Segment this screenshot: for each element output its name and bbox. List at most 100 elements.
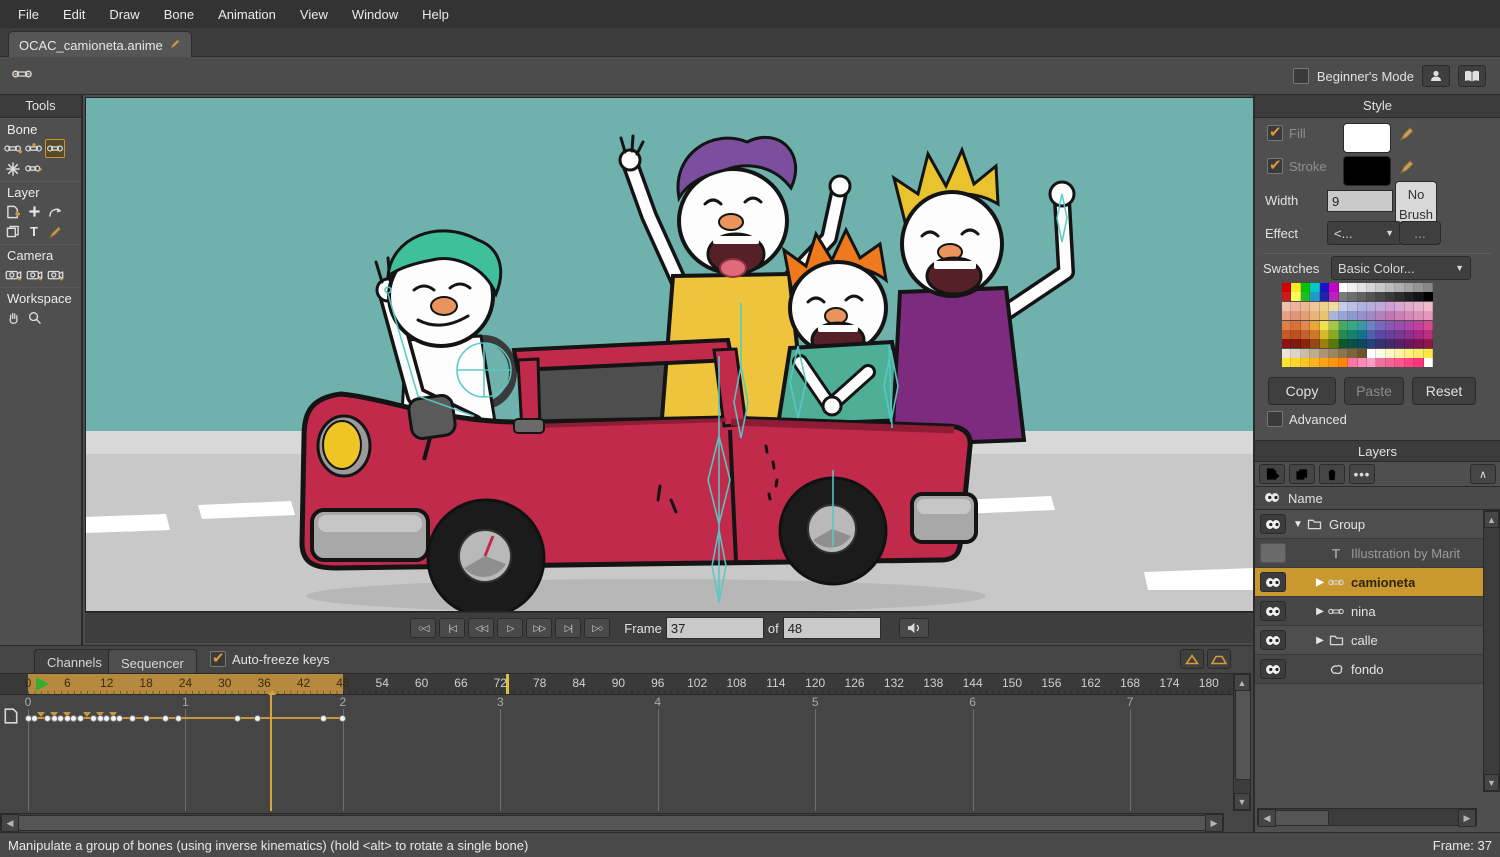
palette-swatch-0-14[interactable] bbox=[1414, 283, 1423, 292]
palette-swatch-1-14[interactable] bbox=[1414, 292, 1423, 301]
curvature-tool[interactable] bbox=[45, 202, 65, 221]
keyframe-dot-35[interactable] bbox=[254, 715, 261, 722]
palette-swatch-8-6[interactable] bbox=[1339, 358, 1348, 367]
palette-swatch-1-5[interactable] bbox=[1329, 292, 1338, 301]
effect-dropdown[interactable]: <...▼ bbox=[1327, 221, 1401, 245]
palette-swatch-4-1[interactable] bbox=[1291, 321, 1300, 330]
palette-swatch-5-7[interactable] bbox=[1348, 330, 1357, 339]
track-camera-tool[interactable] bbox=[3, 265, 23, 284]
transform-layer-tool[interactable] bbox=[3, 222, 23, 241]
palette-swatch-4-4[interactable] bbox=[1320, 321, 1329, 330]
palette-swatch-0-1[interactable] bbox=[1291, 283, 1300, 292]
palette-swatch-7-9[interactable] bbox=[1367, 349, 1376, 358]
palette-swatch-8-13[interactable] bbox=[1405, 358, 1414, 367]
palette-swatch-5-10[interactable] bbox=[1376, 330, 1385, 339]
palette-swatch-2-10[interactable] bbox=[1376, 302, 1385, 311]
palette-swatch-1-10[interactable] bbox=[1376, 292, 1385, 301]
palette-swatch-1-0[interactable] bbox=[1282, 292, 1291, 301]
palette-swatch-0-8[interactable] bbox=[1358, 283, 1367, 292]
advanced-checkbox[interactable] bbox=[1267, 411, 1283, 427]
palette-swatch-5-0[interactable] bbox=[1282, 330, 1291, 339]
scroll-down-icon[interactable]: ▼ bbox=[1484, 774, 1499, 791]
layers-horizontal-scrollbar[interactable]: ◀ ▶ bbox=[1257, 808, 1477, 826]
palette-swatch-3-15[interactable] bbox=[1424, 311, 1433, 320]
layer-visibility-eyes-icon[interactable] bbox=[1260, 659, 1286, 679]
fill-color-swatch[interactable] bbox=[1343, 123, 1391, 153]
keyframe-dot-8[interactable] bbox=[77, 715, 84, 722]
scroll-down-icon[interactable]: ▼ bbox=[1234, 793, 1250, 810]
palette-swatch-2-8[interactable] bbox=[1358, 302, 1367, 311]
palette-swatch-6-14[interactable] bbox=[1414, 339, 1423, 348]
palette-swatch-5-8[interactable] bbox=[1358, 330, 1367, 339]
palette-swatch-4-8[interactable] bbox=[1358, 321, 1367, 330]
scroll-left-icon[interactable]: ◀ bbox=[1258, 809, 1276, 827]
prev-keyframe-button[interactable]: |◁ bbox=[439, 618, 465, 638]
menu-window[interactable]: Window bbox=[340, 2, 410, 27]
palette-swatch-8-11[interactable] bbox=[1386, 358, 1395, 367]
palette-swatch-2-9[interactable] bbox=[1367, 302, 1376, 311]
layer-row-calle[interactable]: ▶calle bbox=[1255, 626, 1483, 655]
copy-style-button[interactable]: Copy bbox=[1268, 377, 1336, 405]
palette-swatch-0-15[interactable] bbox=[1424, 283, 1433, 292]
zoom-tool[interactable] bbox=[24, 308, 44, 327]
add-point-tool[interactable] bbox=[24, 202, 44, 221]
scroll-up-icon[interactable]: ▲ bbox=[1484, 511, 1499, 528]
layer-visibility-eyes-icon[interactable] bbox=[1260, 601, 1286, 621]
keyframe-dot-23[interactable] bbox=[175, 715, 182, 722]
keyframe-dot-18[interactable] bbox=[143, 715, 150, 722]
rewind-start-button[interactable]: ○◁ bbox=[410, 618, 436, 638]
palette-swatch-7-2[interactable] bbox=[1301, 349, 1310, 358]
menu-bone[interactable]: Bone bbox=[152, 2, 206, 27]
palette-swatch-7-3[interactable] bbox=[1310, 349, 1319, 358]
palette-swatch-2-12[interactable] bbox=[1395, 302, 1404, 311]
palette-swatch-3-0[interactable] bbox=[1282, 311, 1291, 320]
palette-swatch-4-9[interactable] bbox=[1367, 321, 1376, 330]
select-layer-tool[interactable] bbox=[3, 202, 23, 221]
palette-swatch-6-4[interactable] bbox=[1320, 339, 1329, 348]
stroke-width-input[interactable] bbox=[1327, 190, 1393, 212]
keyframe-dot-48[interactable] bbox=[339, 715, 346, 722]
scroll-left-icon[interactable]: ◀ bbox=[1, 814, 19, 832]
palette-swatch-0-13[interactable] bbox=[1405, 283, 1414, 292]
delete-layer-button[interactable] bbox=[1319, 464, 1345, 484]
menu-edit[interactable]: Edit bbox=[51, 2, 97, 27]
palette-swatch-1-11[interactable] bbox=[1386, 292, 1395, 301]
zoom-camera-tool[interactable] bbox=[24, 265, 44, 284]
menu-draw[interactable]: Draw bbox=[97, 2, 151, 27]
palette-swatch-3-8[interactable] bbox=[1358, 311, 1367, 320]
layer-row-nina[interactable]: ▶nina bbox=[1255, 597, 1483, 626]
menu-help[interactable]: Help bbox=[410, 2, 461, 27]
palette-swatch-4-0[interactable] bbox=[1282, 321, 1291, 330]
palette-swatch-1-8[interactable] bbox=[1358, 292, 1367, 301]
palette-swatch-7-4[interactable] bbox=[1320, 349, 1329, 358]
palette-swatch-7-8[interactable] bbox=[1358, 349, 1367, 358]
palette-swatch-7-6[interactable] bbox=[1339, 349, 1348, 358]
palette-swatch-6-0[interactable] bbox=[1282, 339, 1291, 348]
palette-swatch-8-5[interactable] bbox=[1329, 358, 1338, 367]
palette-swatch-8-14[interactable] bbox=[1414, 358, 1423, 367]
palette-swatch-2-11[interactable] bbox=[1386, 302, 1395, 311]
timeline-vertical-scrollbar[interactable]: ▲ ▼ bbox=[1233, 673, 1251, 811]
palette-swatch-8-9[interactable] bbox=[1367, 358, 1376, 367]
palette-swatch-2-6[interactable] bbox=[1339, 302, 1348, 311]
palette-swatch-2-14[interactable] bbox=[1414, 302, 1423, 311]
palette-swatch-2-7[interactable] bbox=[1348, 302, 1357, 311]
new-layer-button[interactable] bbox=[1259, 464, 1285, 484]
palette-swatch-5-4[interactable] bbox=[1320, 330, 1329, 339]
person-icon[interactable] bbox=[1422, 65, 1450, 87]
palette-swatch-0-2[interactable] bbox=[1301, 283, 1310, 292]
layer-expand-arrow[interactable]: ▶ bbox=[1313, 635, 1327, 646]
bind-points-tool[interactable] bbox=[3, 159, 23, 178]
palette-swatch-5-2[interactable] bbox=[1301, 330, 1310, 339]
palette-swatch-5-15[interactable] bbox=[1424, 330, 1433, 339]
color-palette[interactable] bbox=[1282, 283, 1433, 368]
palette-swatch-0-4[interactable] bbox=[1320, 283, 1329, 292]
palette-swatch-3-10[interactable] bbox=[1376, 311, 1385, 320]
swatches-dropdown[interactable]: Basic Color...▼ bbox=[1331, 256, 1471, 280]
palette-swatch-7-15[interactable] bbox=[1424, 349, 1433, 358]
palette-swatch-6-7[interactable] bbox=[1348, 339, 1357, 348]
palette-swatch-2-2[interactable] bbox=[1301, 302, 1310, 311]
palette-swatch-1-15[interactable] bbox=[1424, 292, 1433, 301]
palette-swatch-3-13[interactable] bbox=[1405, 311, 1414, 320]
palette-swatch-0-10[interactable] bbox=[1376, 283, 1385, 292]
